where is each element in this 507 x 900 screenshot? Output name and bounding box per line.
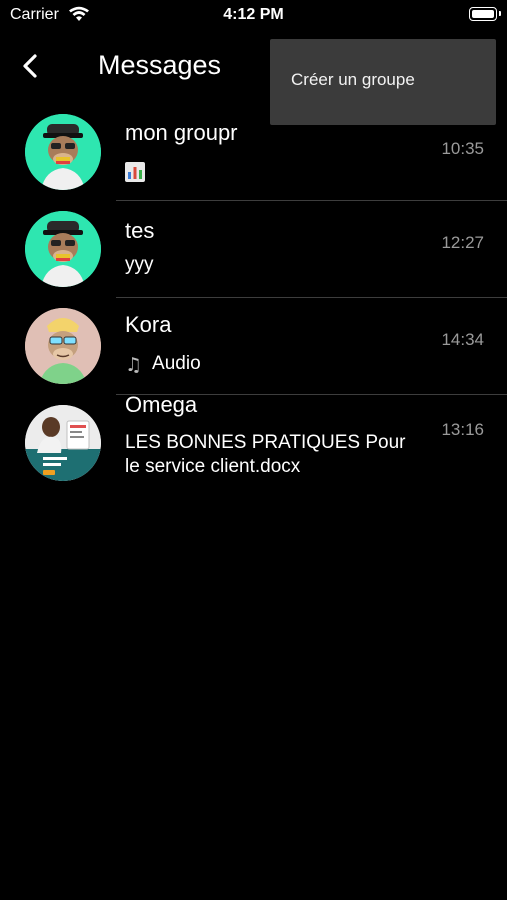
status-bar: Carrier 4:12 PM	[0, 0, 507, 30]
avatar	[25, 308, 101, 384]
ape-avatar-icon	[25, 211, 101, 287]
photo-avatar-icon	[25, 405, 101, 481]
conversation-preview-text: Audio	[152, 353, 201, 374]
ape-avatar-icon	[25, 114, 101, 190]
bar-chart-icon	[125, 162, 145, 182]
menu-item-create-group[interactable]: Créer un groupe	[291, 70, 415, 90]
battery-icon	[469, 7, 501, 21]
ape-avatar-icon	[25, 308, 101, 384]
conversation-preview: LES BONNES PRATIQUES Pour le service cli…	[125, 432, 406, 477]
conversation-row[interactable]: Omega LES BONNES PRATIQUES Pour le servi…	[0, 392, 507, 495]
conversation-time: 13:16	[441, 420, 484, 439]
chevron-left-icon	[23, 54, 37, 78]
conversation-preview: ♫ Audio	[125, 352, 425, 377]
music-note-icon: ♫	[125, 354, 143, 376]
conversation-name: Kora	[125, 312, 172, 337]
back-button[interactable]	[14, 46, 48, 86]
options-menu: Créer un groupe	[270, 39, 496, 125]
avatar	[25, 114, 101, 190]
status-time: 4:12 PM	[223, 6, 284, 23]
conversation-preview	[125, 162, 425, 187]
avatar	[25, 211, 101, 287]
conversation-time: 14:34	[441, 330, 484, 349]
conversation-row[interactable]: tes yyy 12:27	[0, 201, 507, 298]
conversation-name: mon groupr	[125, 120, 238, 145]
avatar	[25, 405, 101, 481]
conversation-preview: yyy	[125, 254, 154, 275]
conversation-time: 12:27	[441, 233, 484, 252]
conversation-name: Omega	[125, 392, 198, 417]
conversation-name: tes	[125, 218, 155, 243]
conversation-time: 10:35	[441, 139, 484, 158]
conversation-list: mon groupr 10:35 tes yyy 12:27 Kora ♫ Au…	[0, 104, 507, 495]
conversation-row[interactable]: Kora ♫ Audio 14:34	[0, 298, 507, 395]
page-title: Messages	[98, 50, 222, 80]
